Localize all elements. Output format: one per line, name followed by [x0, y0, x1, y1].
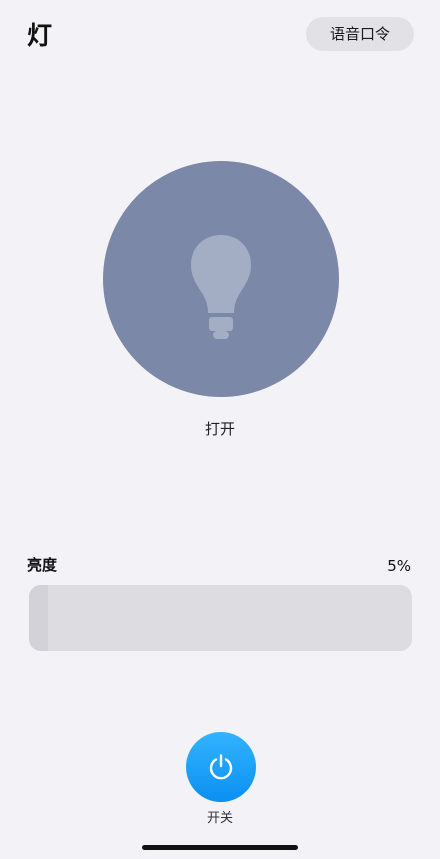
brightness-label: 亮度	[27, 556, 58, 574]
power-button[interactable]	[186, 732, 256, 802]
brightness-slider[interactable]	[29, 585, 412, 651]
lightbulb-icon	[191, 235, 251, 339]
brightness-value: 5%	[387, 557, 411, 575]
home-indicator[interactable]	[142, 845, 298, 850]
power-button-label: 开关	[206, 811, 233, 826]
light-status-label: 打开	[204, 420, 235, 438]
page-title: 灯	[27, 21, 53, 50]
power-icon	[209, 754, 233, 780]
brightness-slider-fill	[29, 585, 49, 651]
light-toggle-circle[interactable]	[103, 161, 339, 397]
voice-command-button[interactable]: 语音口令	[306, 17, 414, 51]
